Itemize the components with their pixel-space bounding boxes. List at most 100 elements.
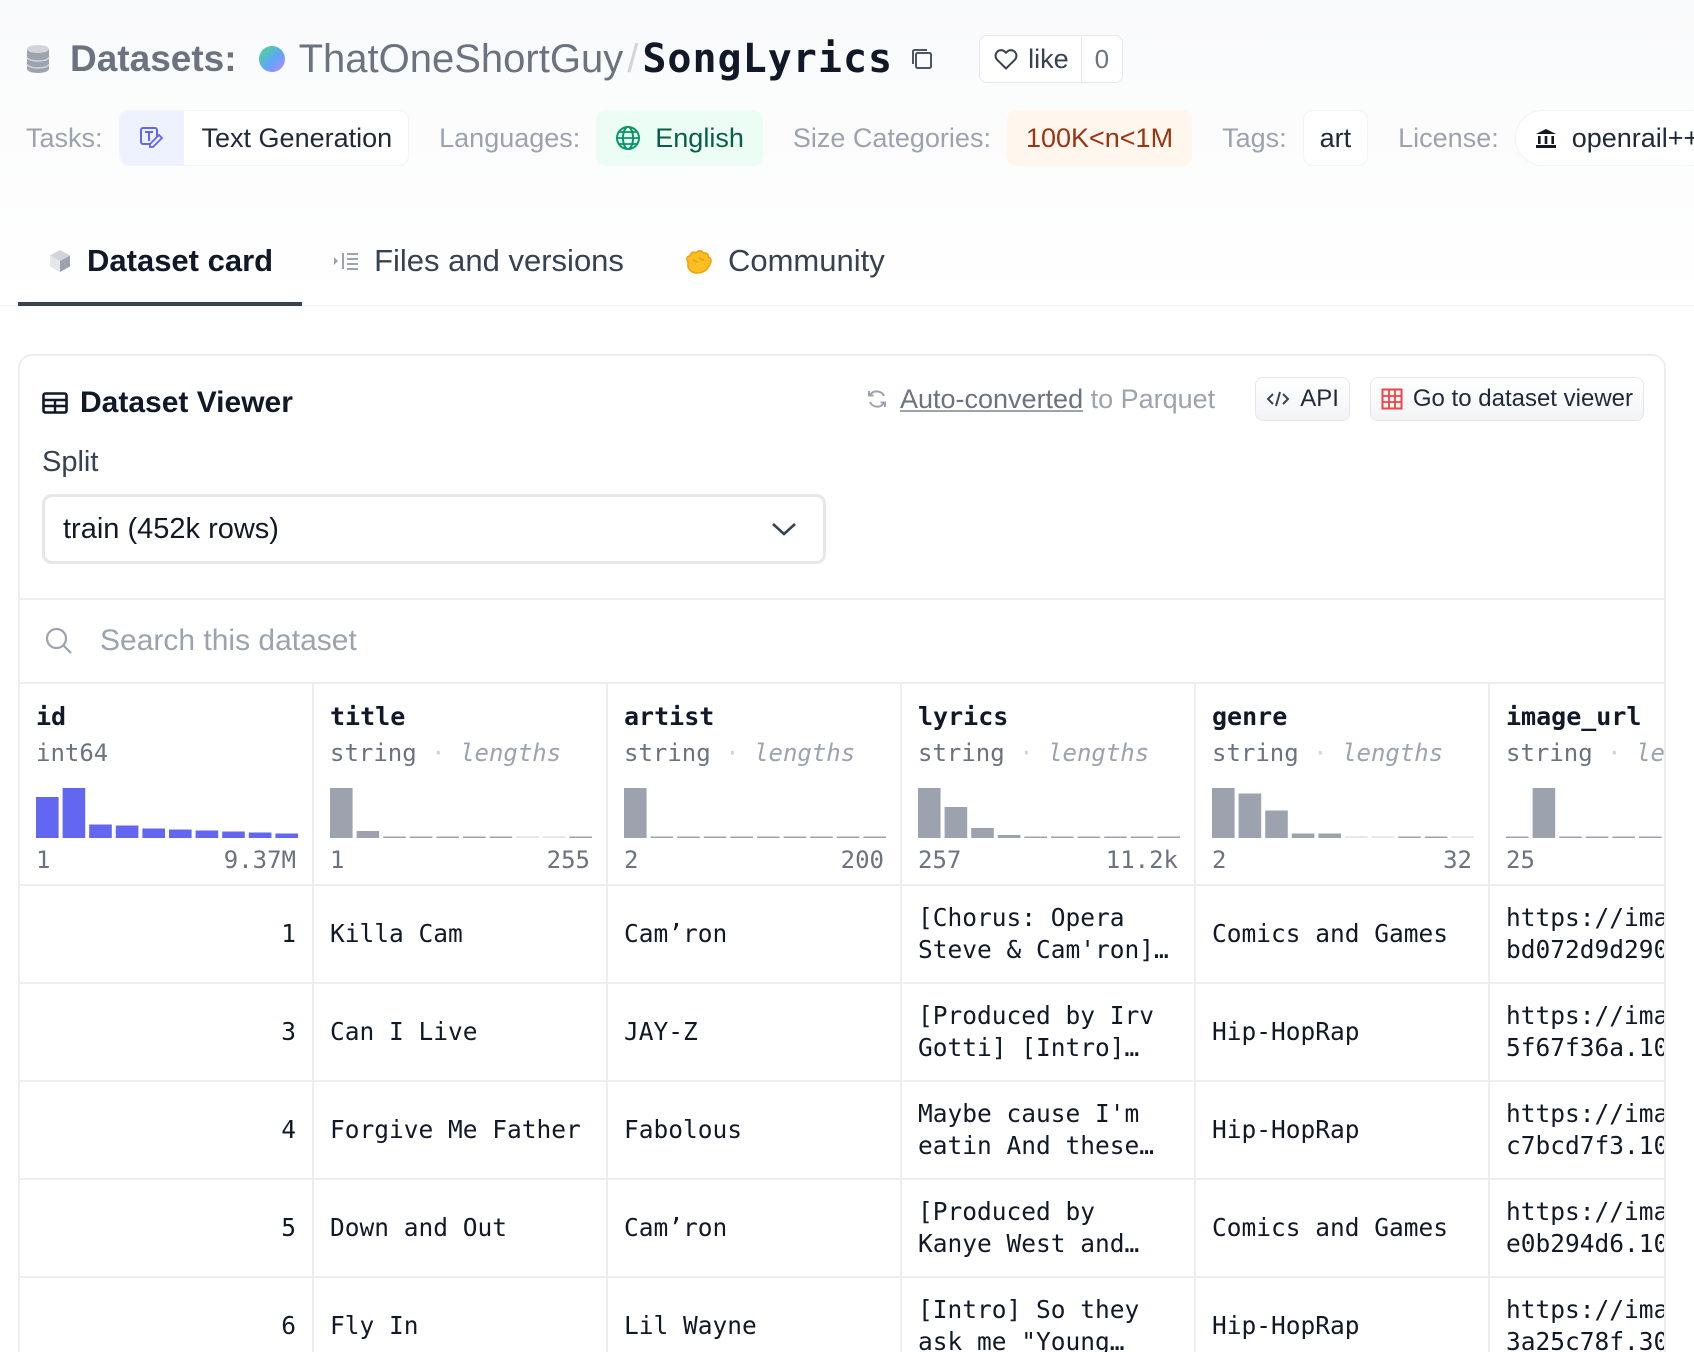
histogram-bar bbox=[1051, 836, 1074, 838]
range-min: 2 bbox=[624, 846, 639, 874]
tag-license[interactable]: openrail++ bbox=[1514, 110, 1694, 166]
grid-icon bbox=[1381, 388, 1403, 410]
column-header-title[interactable]: title string · lengths 1 255 bbox=[314, 684, 608, 886]
histogram-bar bbox=[463, 836, 486, 838]
go-to-dataset-viewer-button[interactable]: Go to dataset viewer bbox=[1369, 377, 1644, 421]
table-row[interactable]: 4 Forgive Me Father Fabolous Maybe cause… bbox=[20, 1082, 1664, 1180]
text-generation-icon-box bbox=[119, 111, 184, 165]
cell-image-url[interactable]: https://ima 5f67f36a.10 bbox=[1490, 984, 1664, 1082]
cell-image-url[interactable]: https://ima 3a25c78f.30 bbox=[1490, 1278, 1664, 1352]
cell-lyrics[interactable]: [Chorus: Opera Steve & Cam'ron] Killa Ca… bbox=[902, 886, 1196, 984]
tag-size-category[interactable]: 100K<n<1M bbox=[1006, 110, 1193, 166]
range-max: 32 bbox=[1443, 846, 1472, 874]
histogram-bar bbox=[1345, 836, 1368, 838]
tag-art[interactable]: art bbox=[1302, 110, 1369, 166]
cell-lyrics[interactable]: [Produced by Kanye West and Brian Miller… bbox=[902, 1180, 1196, 1278]
license-value: openrail++ bbox=[1571, 122, 1694, 153]
cube-icon bbox=[50, 250, 70, 272]
like-count[interactable]: 0 bbox=[1080, 36, 1122, 82]
language-label: English bbox=[655, 122, 744, 153]
column-histogram[interactable] bbox=[36, 784, 298, 838]
histogram-bar bbox=[1639, 836, 1662, 838]
like-label: like bbox=[1028, 43, 1069, 74]
range-min: 257 bbox=[918, 846, 962, 874]
cell-artist[interactable]: Cam’ron bbox=[608, 1180, 902, 1278]
cell-id[interactable]: 1 bbox=[20, 886, 314, 984]
range-min: 2 bbox=[1212, 846, 1227, 874]
cell-title[interactable]: Forgive Me Father bbox=[314, 1082, 608, 1180]
api-button[interactable]: API bbox=[1255, 377, 1350, 421]
histogram-bar bbox=[1451, 836, 1474, 838]
cell-title[interactable]: Fly In bbox=[314, 1278, 608, 1352]
histogram-bar bbox=[1585, 836, 1609, 838]
cell-image-url[interactable]: https://ima e0b294d6.10 bbox=[1490, 1180, 1664, 1278]
tag-english[interactable]: English bbox=[596, 110, 763, 166]
cell-id[interactable]: 6 bbox=[20, 1278, 314, 1352]
dataset-name-link[interactable]: SongLyrics bbox=[642, 36, 893, 82]
histogram-bar bbox=[1024, 836, 1047, 838]
column-range: 2 200 bbox=[624, 846, 884, 874]
cell-image-url[interactable]: https://ima bd072d9d290 bbox=[1490, 886, 1664, 984]
column-header-lyrics[interactable]: lyrics string · lengths 257 11.2k bbox=[902, 684, 1196, 886]
database-icon bbox=[26, 45, 50, 73]
cell-title[interactable]: Can I Live bbox=[314, 984, 608, 1082]
column-header-id[interactable]: id int64 1 9.37M bbox=[20, 684, 314, 886]
tab-dataset-card[interactable]: Dataset card bbox=[18, 226, 303, 306]
column-histogram[interactable] bbox=[1212, 784, 1474, 838]
tab-files-label: Files and versions bbox=[374, 243, 624, 278]
chevron-down-icon bbox=[772, 523, 796, 536]
cell-lyrics[interactable]: [Produced by Irv Gotti] [Intro] Yeah, ha… bbox=[902, 984, 1196, 1082]
column-header-image-url[interactable]: image_url string · lengths 25 bbox=[1490, 684, 1666, 886]
tab-files-and-versions[interactable]: Files and versions bbox=[302, 226, 653, 306]
cell-lyrics[interactable]: Maybe cause I'm eatin And these bastards… bbox=[902, 1082, 1196, 1180]
table-header-row: id int64 1 9.37M title string · lengths 1… bbox=[20, 684, 1666, 886]
column-histogram[interactable] bbox=[918, 784, 1180, 838]
column-type: string · lengths bbox=[1212, 739, 1444, 767]
cell-title[interactable]: Killa Cam bbox=[314, 886, 608, 984]
datasets-label[interactable]: Datasets: bbox=[70, 38, 237, 80]
cell-artist[interactable]: Cam’ron bbox=[608, 886, 902, 984]
like-button[interactable]: like bbox=[980, 36, 1081, 82]
cell-id[interactable]: 3 bbox=[20, 984, 314, 1082]
auto-converted-link[interactable]: Auto-converted bbox=[900, 384, 1083, 415]
cell-id[interactable]: 5 bbox=[20, 1180, 314, 1278]
column-histogram[interactable] bbox=[330, 784, 592, 838]
cell-artist[interactable]: JAY-Z bbox=[608, 984, 902, 1082]
column-header-artist[interactable]: artist string · lengths 2 200 bbox=[608, 684, 902, 886]
cell-artist[interactable]: Lil Wayne bbox=[608, 1278, 902, 1352]
cell-lyrics[interactable]: [Intro] So they ask me "Young boy, what … bbox=[902, 1278, 1196, 1352]
copy-icon[interactable] bbox=[909, 46, 935, 72]
text-generation-icon bbox=[139, 127, 163, 148]
table-row[interactable]: 6 Fly In Lil Wayne [Intro] So they ask m… bbox=[20, 1278, 1664, 1352]
owner-avatar[interactable] bbox=[258, 46, 285, 72]
table-row[interactable]: 5 Down and Out Cam’ron [Produced by Kany… bbox=[20, 1180, 1664, 1278]
cell-genre[interactable]: Hip-HopRap bbox=[1196, 984, 1490, 1082]
cell-genre[interactable]: Comics and Games bbox=[1196, 1180, 1490, 1278]
range-min: 1 bbox=[36, 846, 51, 874]
column-histogram[interactable] bbox=[1506, 784, 1666, 838]
search-input[interactable] bbox=[100, 624, 1500, 658]
like-widget: like 0 bbox=[979, 35, 1124, 83]
table-row[interactable]: 3 Can I Live JAY-Z [Produced by Irv Gott… bbox=[20, 984, 1664, 1082]
cell-title[interactable]: Down and Out bbox=[314, 1180, 608, 1278]
cell-id[interactable]: 4 bbox=[20, 1082, 314, 1180]
cell-image-url[interactable]: https://ima c7bcd7f3.10 bbox=[1490, 1082, 1664, 1180]
column-header-genre[interactable]: genre string · lengths 2 32 bbox=[1196, 684, 1490, 886]
histogram-bar bbox=[1612, 836, 1635, 838]
column-range: 257 11.2k bbox=[918, 846, 1178, 874]
column-name: title bbox=[330, 702, 406, 731]
column-histogram[interactable] bbox=[624, 784, 886, 838]
tag-text-generation[interactable]: Text Generation bbox=[118, 110, 410, 166]
split-select[interactable]: train (452k rows) bbox=[42, 494, 826, 564]
owner-link[interactable]: ThatOneShortGuy bbox=[299, 37, 624, 82]
refresh-icon bbox=[867, 390, 886, 408]
histogram-bar bbox=[810, 836, 833, 838]
cell-genre[interactable]: Comics and Games bbox=[1196, 886, 1490, 984]
tab-community[interactable]: Community bbox=[653, 226, 914, 306]
table-row[interactable]: 1 Killa Cam Cam’ron [Chorus: Opera Steve… bbox=[20, 886, 1664, 984]
histogram-bar bbox=[142, 828, 165, 838]
range-max: 11.2k bbox=[1105, 846, 1178, 874]
cell-artist[interactable]: Fabolous bbox=[608, 1082, 902, 1180]
cell-genre[interactable]: Hip-HopRap bbox=[1196, 1082, 1490, 1180]
cell-genre[interactable]: Hip-HopRap bbox=[1196, 1278, 1490, 1352]
